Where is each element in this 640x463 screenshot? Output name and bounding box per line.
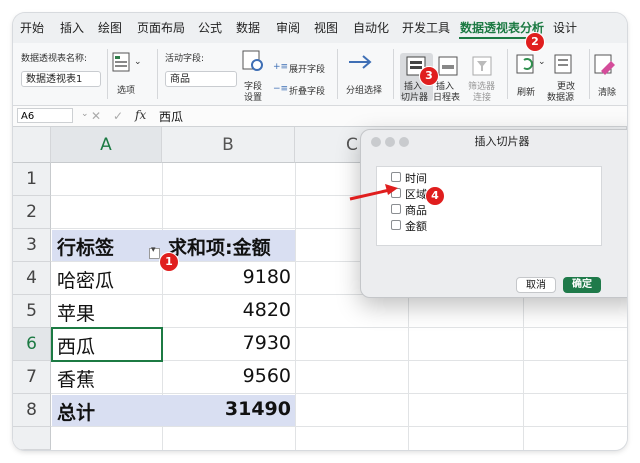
select-all-corner[interactable]	[13, 127, 51, 163]
fx-icon[interactable]: fx	[135, 108, 146, 122]
column-header-a[interactable]: A	[51, 127, 162, 163]
expand-field-label[interactable]: 展开字段	[289, 62, 325, 75]
group-selection-icon[interactable]	[347, 51, 375, 73]
cancel-icon[interactable]: ✕	[91, 109, 101, 123]
red-arrow-icon	[349, 184, 398, 201]
step-badge-3: 3	[419, 66, 439, 86]
row-header-9[interactable]	[13, 427, 51, 450]
row-header-6[interactable]: 6	[13, 328, 51, 361]
insert-slicer-label-2[interactable]: 切片器	[401, 90, 428, 103]
clear-label[interactable]: 清除	[598, 85, 616, 98]
tab-draw[interactable]: 绘图	[98, 19, 122, 36]
pivot-item-label[interactable]: 香蕉	[57, 365, 95, 392]
formula-bar: A6 ⌄ ✕ ✓ fx 西瓜	[13, 106, 627, 127]
row-header-4[interactable]: 4	[13, 262, 51, 295]
options-icon[interactable]	[111, 51, 133, 73]
row-header-8[interactable]: 8	[13, 394, 51, 427]
change-source-icon[interactable]	[553, 53, 577, 77]
pivot-name-input[interactable]: 数据透视表1	[21, 71, 101, 87]
refresh-icon[interactable]	[515, 53, 539, 77]
field-settings-icon[interactable]	[241, 49, 265, 73]
step-badge-4: 4	[425, 186, 445, 206]
insert-slicer-dialog: 插入切片器 时间 区域 商品 金额 取消 确定	[360, 129, 627, 298]
step-badge-1: 1	[159, 252, 179, 272]
collapse-field-icon[interactable]: −≡	[273, 84, 288, 94]
collapse-field-label[interactable]: 折叠字段	[289, 84, 325, 97]
field-label: 金额	[405, 220, 427, 233]
pivot-total-label[interactable]: 总计	[57, 398, 95, 425]
active-field-label: 活动字段:	[165, 54, 205, 64]
change-source-label-2[interactable]: 数据源	[547, 90, 574, 103]
ribbon: 数据透视表名称: 数据透视表1 ⌄ 选项 活动字段: 商品 字段 设置 +≡ 展…	[13, 43, 627, 106]
insert-timeline-label-2[interactable]: 日程表	[433, 90, 460, 103]
field-label: 时间	[405, 172, 427, 185]
refresh-label[interactable]: 刷新	[517, 85, 535, 98]
row-header-5[interactable]: 5	[13, 295, 51, 328]
tab-automate[interactable]: 自动化	[353, 19, 389, 36]
tab-page-layout[interactable]: 页面布局	[137, 19, 185, 36]
row-header-1[interactable]: 1	[13, 163, 51, 196]
active-field-input[interactable]: 商品	[165, 71, 237, 87]
cancel-button[interactable]: 取消	[516, 277, 556, 293]
tab-developer[interactable]: 开发工具	[402, 19, 450, 36]
pivot-item-value[interactable]: 7930	[243, 332, 291, 354]
pivot-item-label[interactable]: 哈密瓜	[57, 266, 114, 293]
ok-button[interactable]: 确定	[563, 277, 601, 293]
filter-chevron-icon: ▾	[151, 245, 156, 255]
dialog-title: 插入切片器	[474, 135, 530, 148]
pivot-item-value[interactable]: 9560	[243, 365, 291, 387]
field-checkbox[interactable]	[391, 220, 401, 230]
insert-timeline-icon[interactable]	[437, 55, 461, 77]
pivot-header-value[interactable]: 求和项:金额	[168, 233, 271, 260]
tab-review[interactable]: 审阅	[276, 19, 300, 36]
pivot-header-label[interactable]: 行标签	[57, 233, 114, 260]
pivot-item-label[interactable]: 苹果	[57, 299, 95, 326]
field-settings-label-2[interactable]: 设置	[244, 90, 262, 103]
active-cell-border	[51, 327, 163, 362]
group-selection-label[interactable]: 分组选择	[346, 83, 382, 96]
tab-insert[interactable]: 插入	[60, 19, 84, 36]
row-5	[51, 295, 627, 328]
filter-connections-label-2[interactable]: 连接	[473, 90, 491, 103]
clear-icon[interactable]	[593, 53, 617, 77]
refresh-dropdown-icon[interactable]: ⌄	[538, 57, 546, 67]
tab-data[interactable]: 数据	[236, 19, 260, 36]
step-badge-2: 2	[525, 32, 545, 52]
expand-field-icon[interactable]: +≡	[273, 62, 288, 72]
row-header-3[interactable]: 3	[13, 229, 51, 262]
slicer-field-list: 时间 区域 商品 金额	[376, 166, 602, 246]
row-7	[51, 361, 627, 394]
options-label[interactable]: 选项	[117, 83, 135, 96]
row-header-2[interactable]: 2	[13, 196, 51, 229]
pivot-name-label: 数据透视表名称:	[21, 54, 88, 64]
pivot-total-value[interactable]: 31490	[225, 398, 291, 420]
row-header-7[interactable]: 7	[13, 361, 51, 394]
name-box-dropdown-icon[interactable]: ⌄	[81, 109, 89, 119]
tab-view[interactable]: 视图	[314, 19, 338, 36]
name-box[interactable]: A6	[17, 108, 73, 123]
column-header-b[interactable]: B	[162, 127, 295, 163]
excel-window: 开始 插入 绘图 页面布局 公式 数据 审阅 视图 自动化 开发工具 数据透视表…	[13, 13, 627, 450]
filter-dropdown-button[interactable]: ▾	[149, 245, 160, 259]
formula-content[interactable]: 西瓜	[159, 108, 183, 125]
filter-connections-icon[interactable]	[471, 55, 495, 77]
field-label: 商品	[405, 204, 427, 217]
tab-home[interactable]: 开始	[20, 19, 44, 36]
pivot-item-value[interactable]: 4820	[243, 299, 291, 321]
confirm-icon[interactable]: ✓	[113, 109, 123, 123]
field-label: 区域	[405, 188, 427, 201]
tab-design[interactable]: 设计	[553, 19, 577, 36]
options-dropdown-icon[interactable]: ⌄	[134, 57, 142, 67]
tab-formulas[interactable]: 公式	[198, 19, 222, 36]
pivot-item-value[interactable]: 9180	[243, 266, 291, 288]
